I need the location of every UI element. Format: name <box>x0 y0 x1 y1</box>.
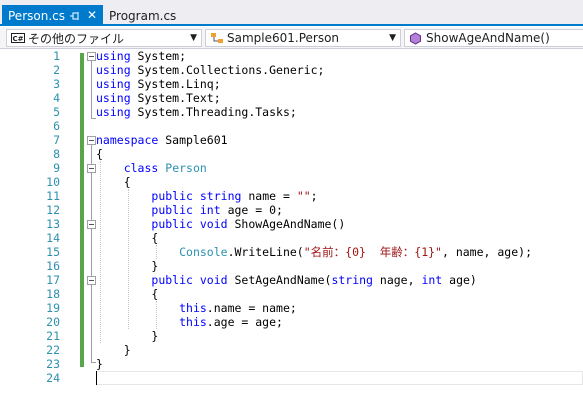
code-line-17: public void SetAgeAndName(string nage, i… <box>151 273 477 287</box>
line-number: 14 <box>46 231 60 245</box>
code-line-19: this.name = name; <box>179 301 297 315</box>
line-number: 4 <box>53 91 60 105</box>
code-line-11: public string name = ""; <box>151 189 318 203</box>
line-number: 2 <box>53 63 60 77</box>
code-line-5: using System.Threading.Tasks; <box>96 105 297 119</box>
code-line-23: } <box>96 357 103 371</box>
chevron-down-icon: ▼ <box>389 33 396 43</box>
line-number: 19 <box>46 301 60 315</box>
text-caret <box>96 371 97 385</box>
member-dropdown-value: ShowAgeAndName() <box>426 31 550 45</box>
code-line-9: class Person <box>123 161 207 175</box>
collapse-toggle-method-show[interactable] <box>87 220 96 229</box>
class-dropdown[interactable]: Sample601.Person ▼ <box>205 29 401 47</box>
class-icon <box>210 32 224 44</box>
pin-icon[interactable] <box>69 10 81 22</box>
line-number: 6 <box>53 119 60 133</box>
line-number: 3 <box>53 77 60 91</box>
navigation-bar: C# その他のファイル ▼ Sample601.Person ▼ ShowAge… <box>0 27 583 49</box>
class-dropdown-value: Sample601.Person <box>227 31 340 45</box>
line-number: 20 <box>46 315 60 329</box>
line-number: 22 <box>46 343 60 357</box>
current-line-highlight <box>96 371 583 385</box>
line-number: 24 <box>46 371 60 385</box>
code-line-8: { <box>96 147 103 161</box>
line-number: 13 <box>46 217 60 231</box>
line-number: 11 <box>46 189 60 203</box>
line-number: 9 <box>53 161 60 175</box>
method-icon <box>409 31 422 45</box>
outline-line <box>91 145 92 362</box>
code-line-22: } <box>96 343 131 357</box>
code-editor[interactable]: 1 2 3 4 5 6 7 8 9 10 11 12 13 14 15 16 1… <box>0 49 583 411</box>
tab-person-cs[interactable]: Person.cs ✕ <box>2 5 103 26</box>
code-line-12: public int age = 0; <box>151 203 283 217</box>
code-line-3: using System.Linq; <box>96 77 221 91</box>
tab-program-cs[interactable]: Program.cs <box>105 5 185 26</box>
line-number: 5 <box>53 105 60 119</box>
code-line-7: namespace Sample601 <box>96 133 228 147</box>
line-number: 23 <box>46 357 60 371</box>
tab-label: Person.cs <box>8 8 65 23</box>
code-line-16: } <box>96 259 159 273</box>
code-line-20: this.age = age; <box>179 315 283 329</box>
line-number: 12 <box>46 203 60 217</box>
line-number: 15 <box>46 245 60 259</box>
code-line-1: using System; <box>96 49 187 63</box>
code-line-13: public void ShowAgeAndName() <box>151 217 346 231</box>
line-number: 10 <box>46 175 60 189</box>
line-number: 8 <box>53 147 60 161</box>
code-line-15: Console.WriteLine("名前：{0} 年齢：{1}", name,… <box>179 245 532 259</box>
project-dropdown[interactable]: C# その他のファイル ▼ <box>6 29 202 47</box>
collapse-toggle-method-set[interactable] <box>87 276 96 285</box>
tab-label: Program.cs <box>109 8 177 23</box>
document-tab-bar: Person.cs ✕ Program.cs <box>0 0 583 26</box>
csharp-file-icon: C# <box>11 33 25 43</box>
line-number: 7 <box>53 133 60 147</box>
member-dropdown[interactable]: ShowAgeAndName() <box>404 29 583 47</box>
line-number: 1 <box>53 49 60 63</box>
code-line-2: using System.Collections.Generic; <box>96 63 325 77</box>
chevron-down-icon: ▼ <box>190 33 197 43</box>
line-number: 21 <box>46 329 60 343</box>
collapse-toggle-class[interactable] <box>87 164 96 173</box>
line-number: 16 <box>46 259 60 273</box>
close-icon[interactable]: ✕ <box>87 9 97 22</box>
project-dropdown-value: その他のファイル <box>28 31 125 46</box>
code-line-14: { <box>96 231 159 245</box>
line-number: 18 <box>46 287 60 301</box>
outline-line <box>91 61 92 118</box>
code-line-18: { <box>96 287 159 301</box>
code-line-21: } <box>96 329 159 343</box>
line-number: 17 <box>46 273 60 287</box>
change-tracking-bar <box>80 53 84 367</box>
code-line-4: using System.Text; <box>96 91 221 105</box>
collapse-toggle-usings[interactable] <box>87 52 96 61</box>
collapse-toggle-namespace[interactable] <box>87 136 96 145</box>
code-line-10: { <box>96 175 131 189</box>
